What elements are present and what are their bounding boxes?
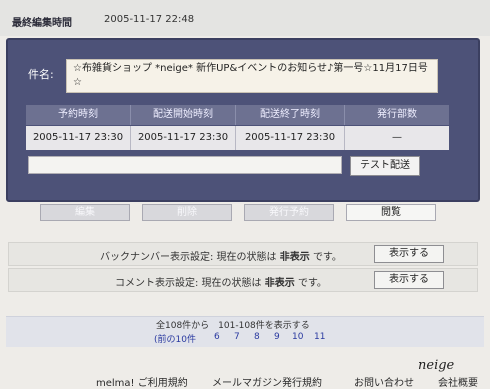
header-reserve-time: 予約時刻 (26, 105, 131, 125)
header-end-time: 配送終了時刻 (236, 105, 345, 125)
pager-prev-link[interactable]: (前の10件 (154, 332, 196, 345)
footer-publish-terms-link[interactable]: メールマガジン発行規約 (212, 374, 322, 389)
backnumber-prefix: バックナンバー表示設定: 現在の状態は (100, 252, 277, 263)
backnumber-setting-text: バックナンバー表示設定: 現在の状態は 非表示 です。 (100, 248, 342, 263)
footer-company-link[interactable]: 会社概要 (438, 374, 478, 389)
test-send-button[interactable]: テスト配送 (350, 156, 420, 176)
cell-issue-count: — (345, 126, 449, 150)
backnumber-state: 非表示 (279, 252, 310, 263)
backnumber-show-button[interactable]: 表示する (374, 245, 444, 263)
last-edit-label: 最終編集時間 (12, 18, 72, 29)
pager-page-9[interactable]: 9 (274, 332, 280, 342)
comment-state: 非表示 (264, 278, 295, 289)
footer-terms-link[interactable]: melma! ご利用規約 (96, 374, 188, 389)
comment-setting-text: コメント表示設定: 現在の状態は 非表示 です。 (115, 274, 327, 289)
comment-show-button[interactable]: 表示する (374, 271, 444, 289)
header-start-time: 配送開始時刻 (131, 105, 236, 125)
edit-button[interactable]: 編集 (40, 204, 130, 221)
test-address-input[interactable] (28, 156, 342, 174)
cell-end-time: 2005-11-17 23:30 (236, 126, 345, 150)
pager-page-8[interactable]: 8 (254, 332, 260, 342)
subject-field[interactable]: ☆布雑貨ショップ *neige* 新作UP&イベントのお知らせ♪第一号☆11月1… (66, 59, 438, 93)
last-edit-value: 2005-11-17 22:48 (104, 14, 195, 25)
pager-summary: 全108件から 101-108件を表示する (156, 321, 310, 331)
pager-page-6[interactable]: 6 (214, 332, 220, 342)
delete-button[interactable]: 削除 (142, 204, 232, 221)
top-bar (0, 0, 490, 36)
comment-prefix: コメント表示設定: 現在の状態は (115, 278, 262, 289)
pager-page-7[interactable]: 7 (234, 332, 240, 342)
header-issue-count: 発行部数 (345, 105, 449, 125)
reserve-button[interactable]: 発行予約 (244, 204, 334, 221)
backnumber-suffix: です。 (312, 252, 342, 263)
comment-suffix: です。 (297, 278, 327, 289)
cell-reserve-time: 2005-11-17 23:30 (26, 126, 131, 150)
pager-page-10[interactable]: 10 (292, 332, 303, 342)
cell-start-time: 2005-11-17 23:30 (131, 126, 236, 150)
pager-page-11[interactable]: 11 (314, 332, 325, 342)
footer-contact-link[interactable]: お問い合わせ (354, 374, 414, 389)
subject-label: 件名: (28, 68, 54, 81)
view-button[interactable]: 閲覧 (346, 204, 436, 221)
signature: neige (418, 358, 455, 373)
